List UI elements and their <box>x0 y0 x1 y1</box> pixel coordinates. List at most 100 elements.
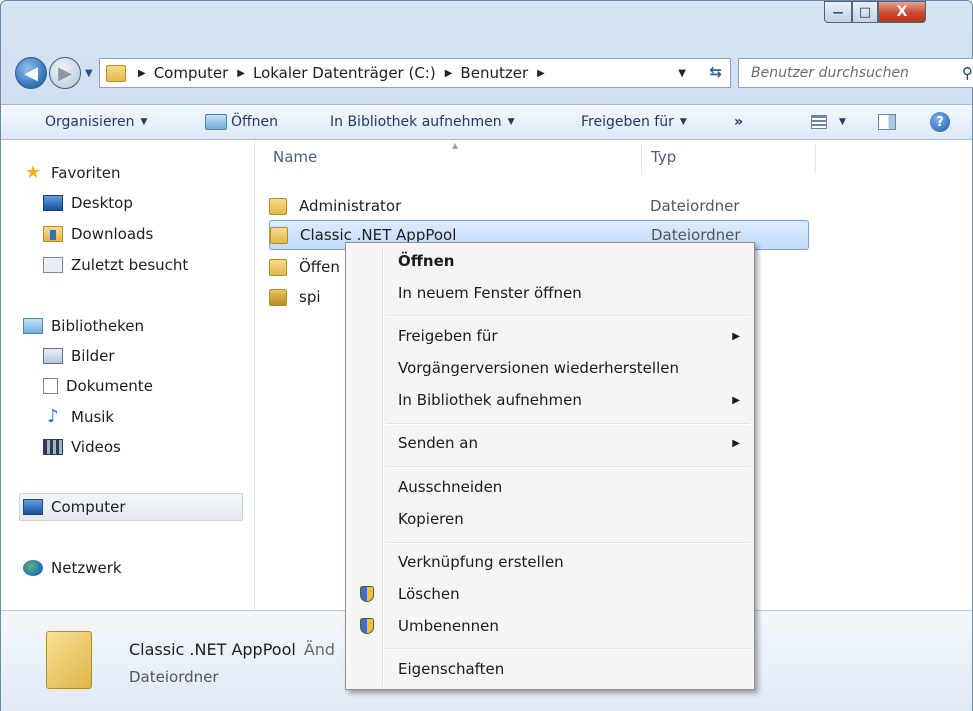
search-input[interactable]: Benutzer durchsuchen ⚲ <box>738 58 973 88</box>
minimize-button[interactable]: — <box>824 1 852 23</box>
address-dropdown-icon[interactable]: ▼ <box>678 68 686 79</box>
menu-item-properties[interactable]: Eigenschaften <box>398 660 504 678</box>
help-button[interactable]: ? <box>930 112 950 132</box>
recent-pages-dropdown[interactable]: ▼ <box>85 68 93 79</box>
breadcrumb-label: Computer <box>153 64 229 82</box>
file-type: Dateiordner <box>650 197 740 215</box>
search-placeholder: Benutzer durchsuchen <box>751 65 909 81</box>
address-bar: ◀ ▶ ▼ ▶ Computer ▶ Lokaler Datenträger (C… <box>15 57 973 91</box>
preview-pane-icon <box>878 114 896 130</box>
breadcrumb-item-drive[interactable]: Lokaler Datenträger (C:) ▶ <box>253 64 460 82</box>
add-to-library-button[interactable]: In Bibliothek aufnehmen ▼ <box>330 114 515 130</box>
nav-item-libraries[interactable]: Bibliotheken <box>23 312 144 340</box>
menu-separator <box>386 542 750 544</box>
uac-shield-icon <box>360 618 374 634</box>
organize-label: Organisieren <box>45 114 135 130</box>
breadcrumb-item-users[interactable]: Benutzer ▶ <box>460 64 552 82</box>
details-item-type: Dateiordner <box>129 668 219 686</box>
menu-separator <box>386 423 750 425</box>
locked-folder-icon <box>269 288 287 306</box>
nav-item-favorites[interactable]: ★ Favoriten <box>23 159 121 187</box>
recent-places-icon <box>43 257 63 273</box>
column-header-type[interactable]: Typ <box>651 148 676 166</box>
pictures-icon <box>43 348 63 364</box>
nav-label: Downloads <box>71 225 154 243</box>
menu-item-rename[interactable]: Umbenennen <box>398 617 499 635</box>
nav-label: Musik <box>71 408 115 426</box>
context-menu: Öffnen In neuem Fenster öffnen Freigeben… <box>345 242 755 690</box>
nav-item-pictures[interactable]: Bilder <box>43 342 115 370</box>
back-button[interactable]: ◀ <box>15 57 47 89</box>
nav-label: Desktop <box>71 194 133 212</box>
menu-item-open[interactable]: Öffnen <box>398 252 454 270</box>
organize-button[interactable]: Organisieren ▼ <box>45 114 147 130</box>
nav-item-recent[interactable]: Zuletzt besucht <box>43 251 188 279</box>
breadcrumb-label: Benutzer <box>460 64 529 82</box>
search-icon[interactable]: ⚲ <box>962 64 973 82</box>
back-arrow-icon: ◀ <box>24 62 38 84</box>
command-bar: Organisieren ▼ Öffnen In Bibliothek aufne… <box>1 104 972 140</box>
nav-label: Netzwerk <box>51 559 122 577</box>
close-button[interactable]: X <box>878 1 926 23</box>
menu-item-share-with[interactable]: Freigeben für <box>398 327 498 345</box>
library-label: In Bibliothek aufnehmen <box>330 114 502 130</box>
network-icon <box>23 560 43 576</box>
breadcrumb[interactable]: ▶ Computer ▶ Lokaler Datenträger (C:) ▶ Be… <box>99 58 731 88</box>
nav-label: Videos <box>71 438 121 456</box>
nav-item-downloads[interactable]: Downloads <box>43 220 153 248</box>
menu-item-restore-previous-versions[interactable]: Vorgängerversionen wiederherstellen <box>398 359 679 377</box>
refresh-icon[interactable]: ⇆ <box>709 63 722 81</box>
menu-item-send-to[interactable]: Senden an <box>398 434 478 452</box>
forward-arrow-icon: ▶ <box>58 62 72 84</box>
nav-item-network[interactable]: Netzwerk <box>23 554 122 582</box>
maximize-button[interactable]: □ <box>852 1 878 23</box>
more-label: » <box>734 114 744 130</box>
column-divider[interactable] <box>815 144 816 174</box>
menu-item-delete[interactable]: Löschen <box>398 585 460 603</box>
folder-icon <box>46 631 92 689</box>
menu-separator <box>386 466 750 468</box>
menu-item-copy[interactable]: Kopieren <box>398 510 464 528</box>
details-item-name: Classic .NET AppPool Änd <box>129 640 335 659</box>
menu-item-create-shortcut[interactable]: Verknüpfung erstellen <box>398 553 564 571</box>
music-note-icon: ♪ <box>47 406 59 427</box>
nav-label: Bibliotheken <box>51 317 144 335</box>
chevron-down-icon: ▼ <box>839 117 846 127</box>
nav-item-desktop[interactable]: Desktop <box>43 189 133 217</box>
nav-item-videos[interactable]: Videos <box>43 433 121 461</box>
video-film-icon <box>43 439 63 455</box>
open-button[interactable]: Öffnen <box>205 114 278 130</box>
folder-icon <box>269 258 287 276</box>
explorer-window: — □ X ◀ ▶ ▼ ▶ Computer ▶ Lokaler Datenträ… <box>0 0 973 711</box>
nav-item-documents[interactable]: Dokumente <box>43 372 153 400</box>
menu-item-add-to-library[interactable]: In Bibliothek aufnehmen <box>398 391 582 409</box>
column-header-name[interactable]: Name <box>273 148 317 166</box>
view-icon <box>811 115 827 129</box>
menu-item-open-new-window[interactable]: In neuem Fenster öffnen <box>398 284 582 302</box>
libraries-icon <box>23 318 43 334</box>
preview-pane-button[interactable] <box>878 114 896 130</box>
minimize-icon: — <box>832 5 844 19</box>
breadcrumb-root-chevron[interactable]: ▶ <box>136 68 154 79</box>
desktop-icon <box>43 195 63 211</box>
nav-item-computer[interactable]: Computer <box>23 493 126 521</box>
details-modified-label: Änd <box>303 640 336 659</box>
file-name: Öffen <box>299 258 340 276</box>
nav-item-music[interactable]: ♪ Musik <box>43 403 114 431</box>
menu-item-cut[interactable]: Ausschneiden <box>398 478 502 496</box>
details-name-text: Classic .NET AppPool <box>129 640 296 659</box>
downloads-icon <box>43 226 63 242</box>
column-divider[interactable] <box>641 144 642 174</box>
forward-button[interactable]: ▶ <box>49 57 81 89</box>
file-row[interactable]: Administrator Dateiordner <box>269 191 809 221</box>
navigation-pane: ★ Favoriten Desktop Downloads Zuletzt bes… <box>1 140 255 610</box>
change-view-button[interactable]: ▼ <box>811 115 846 129</box>
nav-label: Dokumente <box>66 377 153 395</box>
breadcrumb-item-computer[interactable]: Computer ▶ <box>154 64 253 82</box>
nav-label: Computer <box>51 498 126 516</box>
breadcrumb-label: Lokaler Datenträger (C:) <box>252 64 436 82</box>
menu-separator <box>386 315 750 317</box>
nav-label: Zuletzt besucht <box>71 256 189 274</box>
more-commands-button[interactable]: » <box>734 114 743 130</box>
share-with-button[interactable]: Freigeben für ▼ <box>581 114 687 130</box>
